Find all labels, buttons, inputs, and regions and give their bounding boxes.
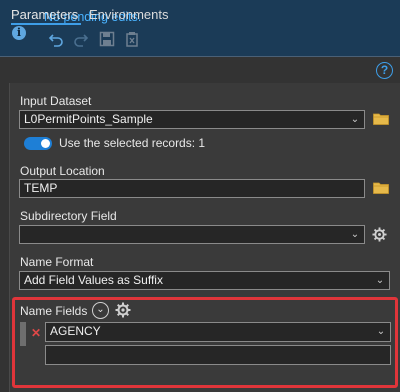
name-field-value: AGENCY	[50, 324, 101, 338]
name-fields-label: Name Fields	[20, 304, 88, 318]
remove-row-icon[interactable]: ✕	[31, 326, 41, 340]
name-field-select[interactable]: AGENCY ⌄	[45, 322, 391, 342]
name-format-select[interactable]: Add Field Values as Suffix ⌄	[19, 271, 390, 290]
tab-bar	[0, 57, 400, 83]
output-location-input[interactable]: TEMP	[19, 179, 365, 198]
help-icon[interactable]: ?	[376, 62, 393, 79]
input-dataset-select[interactable]: L0PermitPoints_Sample ⌄	[19, 110, 365, 129]
chevron-down-icon[interactable]: ⌄	[350, 111, 360, 128]
collapse-chevron-icon[interactable]: ⌄	[92, 302, 109, 319]
use-selected-toggle[interactable]	[24, 137, 52, 150]
input-dataset-value: L0PermitPoints_Sample	[24, 112, 153, 126]
output-location-value: TEMP	[24, 181, 58, 195]
gear-icon[interactable]	[115, 302, 131, 318]
folder-icon[interactable]	[373, 181, 389, 194]
save-edits-icon[interactable]	[99, 31, 115, 47]
chevron-down-icon[interactable]: ⌄	[376, 323, 386, 340]
tab-parameters[interactable]: Parameters	[11, 7, 78, 22]
discard-edits-icon[interactable]	[124, 31, 140, 47]
row-drag-handle[interactable]	[20, 322, 26, 346]
subdirectory-field-label: Subdirectory Field	[20, 209, 117, 223]
name-format-value: Add Field Values as Suffix	[24, 273, 163, 287]
chevron-down-icon[interactable]: ⌄	[375, 272, 385, 289]
folder-icon[interactable]	[373, 112, 389, 125]
toggle-knob	[41, 139, 50, 148]
subdirectory-field-select[interactable]: ⌄	[19, 225, 365, 244]
redo-icon[interactable]	[73, 31, 89, 47]
active-tab-indicator	[11, 23, 81, 25]
input-dataset-label: Input Dataset	[20, 94, 92, 108]
name-field-empty-select[interactable]	[45, 345, 391, 365]
use-selected-label: Use the selected records: 1	[59, 136, 206, 150]
undo-icon[interactable]	[48, 31, 64, 47]
chevron-down-icon[interactable]: ⌄	[350, 226, 360, 243]
gear-icon[interactable]	[372, 227, 387, 242]
info-icon: i	[12, 26, 26, 40]
name-format-label: Name Format	[20, 255, 94, 269]
output-location-label: Output Location	[20, 164, 105, 178]
tab-environments[interactable]: Environments	[89, 7, 168, 22]
